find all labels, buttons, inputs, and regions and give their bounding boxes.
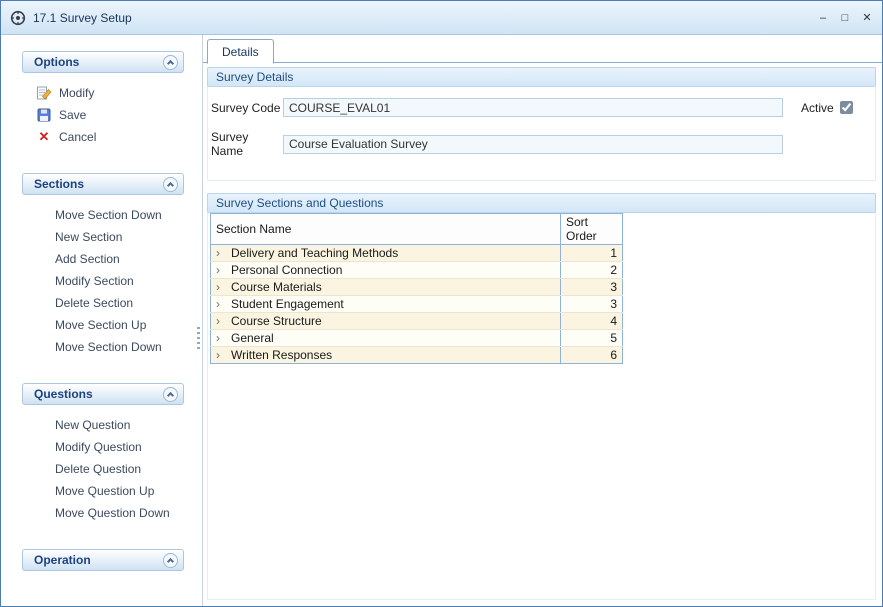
active-checkbox[interactable] <box>840 101 853 114</box>
sidebar-item-label: Cancel <box>59 130 96 144</box>
section-name: Course Structure <box>231 314 322 328</box>
sidebar-item-label: Save <box>59 108 86 122</box>
sidebar-item-modify-section[interactable]: Modify Section <box>55 270 184 292</box>
sections-grid: Section Name Sort Order › Delivery and Te… <box>210 213 623 364</box>
panel-header-questions[interactable]: Questions <box>22 383 184 405</box>
sections-questions-header: Survey Sections and Questions <box>207 193 876 213</box>
sort-order-value: 5 <box>561 330 623 347</box>
row-expander-icon[interactable]: › <box>216 331 223 345</box>
row-expander-icon[interactable]: › <box>216 314 223 328</box>
sort-order-value: 2 <box>561 262 623 279</box>
survey-name-label: Survey Name <box>211 130 283 158</box>
section-name: Written Responses <box>231 348 332 362</box>
sidebar-item-save[interactable]: Save <box>36 104 184 126</box>
sidebar-item-delete-question[interactable]: Delete Question <box>55 458 184 480</box>
table-row[interactable]: › Delivery and Teaching Methods 1 <box>211 245 623 262</box>
tab-details[interactable]: Details <box>207 39 274 64</box>
sidebar-item-new-section[interactable]: New Section <box>55 226 184 248</box>
panel-header-operation[interactable]: Operation <box>22 549 184 571</box>
sidebar-panel-sections: Sections Move Section Down New Section A… <box>22 173 184 359</box>
sidebar-item-move-question-down[interactable]: Move Question Down <box>55 502 184 524</box>
survey-code-input[interactable] <box>283 98 783 117</box>
row-expander-icon[interactable]: › <box>216 246 223 260</box>
sidebar-item-add-section[interactable]: Add Section <box>55 248 184 270</box>
sidebar: Options Modify <box>1 35 194 606</box>
row-expander-icon[interactable]: › <box>216 263 223 277</box>
window-title: 17.1 Survey Setup <box>33 11 132 25</box>
sidebar-item-modify[interactable]: Modify <box>36 82 184 104</box>
table-row[interactable]: › Personal Connection 2 <box>211 262 623 279</box>
survey-code-label: Survey Code <box>211 101 283 115</box>
sidebar-item-cancel[interactable]: ✕ Cancel <box>36 126 184 148</box>
table-row[interactable]: › General 5 <box>211 330 623 347</box>
survey-details-group: Survey Details Survey Code Active Survey… <box>207 67 876 181</box>
panel-title: Operation <box>34 553 163 567</box>
sidebar-item-new-question[interactable]: New Question <box>55 414 184 436</box>
section-name: Delivery and Teaching Methods <box>231 246 398 260</box>
sort-order-value: 3 <box>561 279 623 296</box>
section-name: Course Materials <box>231 280 322 294</box>
main-area: Details Survey Details Survey Code Activ… <box>203 35 882 606</box>
maximize-button[interactable]: □ <box>834 9 856 27</box>
survey-details-header: Survey Details <box>207 67 876 87</box>
sidebar-splitter[interactable] <box>194 35 203 606</box>
active-label: Active <box>801 101 834 115</box>
sidebar-panel-operation: Operation <box>22 549 184 571</box>
sidebar-item-move-section-down-top[interactable]: Move Section Down <box>55 204 184 226</box>
panel-header-sections[interactable]: Sections <box>22 173 184 195</box>
table-row[interactable]: › Written Responses 6 <box>211 347 623 364</box>
titlebar: 17.1 Survey Setup – □ ✕ <box>1 1 882 35</box>
sort-order-value: 1 <box>561 245 623 262</box>
collapse-chevron-icon[interactable] <box>163 55 178 70</box>
row-expander-icon[interactable]: › <box>216 297 223 311</box>
tabstrip: Details <box>203 35 882 63</box>
minimize-button[interactable]: – <box>812 9 834 27</box>
sidebar-item-move-section-down-bottom[interactable]: Move Section Down <box>55 336 184 358</box>
table-row[interactable]: › Course Structure 4 <box>211 313 623 330</box>
survey-name-input[interactable] <box>283 135 783 154</box>
panel-title: Questions <box>34 387 163 401</box>
column-header-section-name[interactable]: Section Name <box>211 214 561 245</box>
splitter-grip-icon <box>197 327 200 351</box>
sort-order-value: 4 <box>561 313 623 330</box>
row-expander-icon[interactable]: › <box>216 280 223 294</box>
app-icon <box>10 10 26 26</box>
panel-title: Sections <box>34 177 163 191</box>
table-row[interactable]: › Course Materials 3 <box>211 279 623 296</box>
sections-questions-group: Survey Sections and Questions Section Na… <box>207 193 876 600</box>
sidebar-item-move-question-up[interactable]: Move Question Up <box>55 480 184 502</box>
sidebar-item-delete-section[interactable]: Delete Section <box>55 292 184 314</box>
close-button[interactable]: ✕ <box>856 9 878 27</box>
collapse-chevron-icon[interactable] <box>163 553 178 568</box>
sort-order-value: 6 <box>561 347 623 364</box>
sidebar-item-modify-question[interactable]: Modify Question <box>55 436 184 458</box>
row-expander-icon[interactable]: › <box>216 348 223 362</box>
collapse-chevron-icon[interactable] <box>163 387 178 402</box>
edit-pencil-icon <box>36 85 52 101</box>
sidebar-panel-questions: Questions New Question Modify Question D… <box>22 383 184 525</box>
panel-title: Options <box>34 55 163 69</box>
table-row[interactable]: › Student Engagement 3 <box>211 296 623 313</box>
save-disk-icon <box>36 107 52 123</box>
sort-order-value: 3 <box>561 296 623 313</box>
survey-setup-window: 17.1 Survey Setup – □ ✕ Options <box>0 0 883 607</box>
sidebar-item-move-section-up[interactable]: Move Section Up <box>55 314 184 336</box>
cancel-x-icon: ✕ <box>36 129 52 145</box>
section-name: Student Engagement <box>231 297 344 311</box>
column-header-sort-order[interactable]: Sort Order <box>561 214 623 245</box>
section-name: General <box>231 331 274 345</box>
sidebar-panel-options: Options Modify <box>22 51 184 149</box>
sidebar-item-label: Modify <box>59 86 94 100</box>
section-name: Personal Connection <box>231 263 342 277</box>
collapse-chevron-icon[interactable] <box>163 177 178 192</box>
panel-header-options[interactable]: Options <box>22 51 184 73</box>
